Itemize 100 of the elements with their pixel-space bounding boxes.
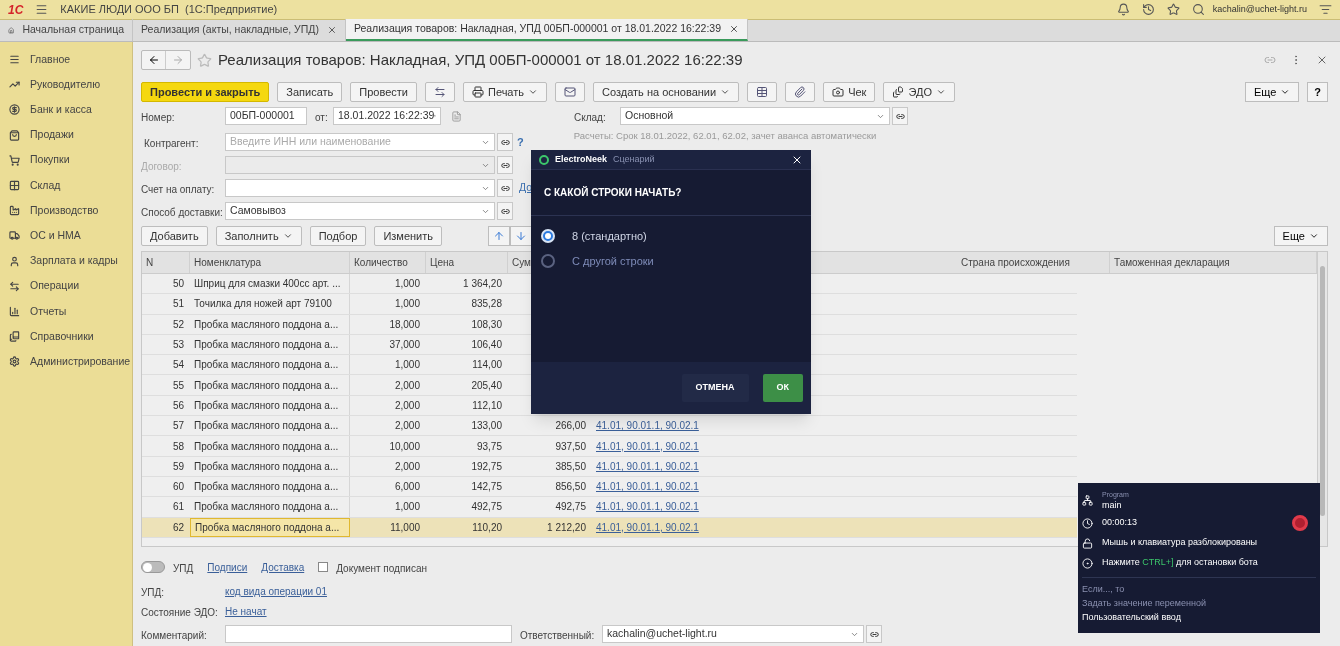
accounts-link[interactable]: 41.01, 90.01.1, 90.02.1 [596, 499, 699, 515]
column-header[interactable]: Страна происхождения [957, 252, 1110, 273]
sidebar-item[interactable]: Зарплата и кадры [0, 248, 132, 274]
sidebar-item[interactable]: Администрирование [0, 349, 132, 375]
ok-button[interactable]: ОК [762, 374, 803, 402]
input-field[interactable]: kachalin@uchet-light.ru [602, 625, 864, 643]
input-field[interactable] [225, 625, 512, 643]
radio-button[interactable] [541, 253, 555, 268]
table-row[interactable]: 60 Пробка масляного поддона а... 6,000 142,75 856,50 41.01, 90.01.1, 90.02.1 [142, 476, 1077, 498]
table-row[interactable]: 62 Пробка масляного поддона а... 11,000 110,20 1 212,20 41.01, 90.01.1, 90.02.1 [142, 517, 1077, 538]
toolbar-button[interactable]: Чек [823, 82, 876, 102]
arrows-button[interactable] [425, 82, 455, 102]
open-button[interactable] [497, 133, 513, 151]
tab[interactable]: Начальная страница [0, 19, 133, 41]
toolbar-button[interactable]: Изменить [374, 226, 442, 246]
toolbar-button[interactable]: ЭДО [883, 82, 955, 102]
table-cell-text: 937,50 [554, 439, 587, 454]
table-cell-text: 55 [171, 378, 185, 393]
tab[interactable]: Реализация товаров: Накладная, УПД 00БП-000001 от 18.01.2022 16:22:39 [345, 19, 749, 41]
table-cell: Шприц для смазки 400cc арт. ... [190, 274, 350, 294]
open-button[interactable] [497, 156, 513, 174]
input-field[interactable]: Самовывоз [225, 202, 495, 220]
input-field[interactable]: 18.01.2022 16:22:39 [333, 107, 441, 125]
stop-button[interactable] [1292, 515, 1308, 531]
scrollbar[interactable] [1317, 252, 1327, 546]
link[interactable]: Не начат [225, 603, 267, 619]
table-cell-text: 57 [171, 419, 185, 434]
documents-icon [892, 86, 905, 98]
sidebar-item[interactable]: Операции [0, 273, 132, 299]
sidebar-item[interactable]: ОС и НМА [0, 223, 132, 249]
column-header[interactable]: N [142, 252, 190, 273]
envelope-button[interactable] [555, 82, 586, 102]
open-button[interactable] [892, 107, 908, 125]
accounts-link[interactable]: 41.01, 90.01.1, 90.02.1 [596, 458, 699, 474]
column-header[interactable]: Количество [350, 252, 426, 273]
accounts-link[interactable]: 41.01, 90.01.1, 90.02.1 [596, 438, 699, 454]
open-button[interactable] [866, 625, 882, 643]
checkbox[interactable] [318, 562, 329, 572]
column-header[interactable]: Номенклатура [190, 252, 350, 273]
table-row[interactable]: 59 Пробка масляного поддона а... 2,000 192,75 385,50 41.01, 90.01.1, 90.02.1 [142, 456, 1077, 477]
cancel-button[interactable]: ОТМЕНА [681, 374, 749, 402]
user-name[interactable]: kachalin@uchet-light.ru [1212, 2, 1307, 17]
toolbar-button[interactable]: Добавить [141, 226, 208, 246]
history-icon[interactable] [1141, 3, 1155, 16]
close-icon[interactable] [729, 24, 740, 34]
lines-icon[interactable] [1319, 3, 1332, 16]
invoice-link[interactable]: До [519, 180, 533, 196]
option-label[interactable]: 8 (стандартно) [572, 228, 647, 245]
toggle-switch[interactable] [141, 561, 165, 573]
search-icon[interactable] [1191, 3, 1205, 16]
sidebar-item[interactable]: Продажи [0, 122, 132, 148]
sidebar-item[interactable]: Банк и касса [0, 97, 132, 123]
link[interactable]: Доставка [261, 559, 305, 575]
table-row[interactable]: 61 Пробка масляного поддона а... 1,000 492,75 492,75 41.01, 90.01.1, 90.02.1 [142, 497, 1077, 518]
paperclip-button[interactable] [785, 82, 816, 102]
sidebar-item[interactable]: Справочники [0, 324, 132, 350]
menu-icon[interactable] [35, 3, 49, 16]
sidebar-item[interactable]: Руководителю [0, 72, 132, 98]
more-button[interactable]: Еще [1244, 82, 1300, 102]
star-icon[interactable] [1166, 3, 1180, 16]
sidebar-item[interactable]: Отчеты [0, 298, 132, 325]
tab[interactable]: Реализация (акты, накладные, УПД) [133, 19, 346, 41]
toolbar-button[interactable]: Провести и закрыть [141, 82, 270, 102]
table-row[interactable]: 57 Пробка масляного поддона а... 2,000 133,00 266,00 41.01, 90.01.1, 90.02.1 [142, 416, 1077, 437]
toolbar-button[interactable]: Создать на основании [593, 82, 740, 102]
sidebar-item[interactable]: Склад [0, 172, 132, 199]
open-button[interactable] [497, 179, 513, 197]
caret-icon [528, 87, 539, 97]
toolbar-button[interactable]: Заполнить [215, 226, 302, 246]
accounts-link[interactable]: 41.01, 90.01.1, 90.02.1 [596, 479, 699, 495]
input-field[interactable]: Основной [620, 107, 890, 125]
stop-hint: Нажмите CTRL+] для остановки бота [1102, 556, 1258, 570]
help-link[interactable]: ? [517, 133, 524, 151]
toolbar-button[interactable]: Записать [277, 82, 343, 102]
column-header[interactable]: Цена [426, 252, 508, 273]
option-label[interactable]: С другой строки [572, 252, 654, 269]
help-button[interactable]: ? [1307, 82, 1328, 102]
table-cell-text: 37,000 [388, 338, 421, 353]
menu-icon [9, 54, 20, 66]
accounts-link[interactable]: 41.01, 90.01.1, 90.02.1 [596, 418, 699, 434]
toolbar-button[interactable]: Печать [463, 82, 548, 102]
caret-icon [720, 87, 731, 97]
toolbar-button[interactable]: Провести [350, 82, 417, 102]
toolbar-button[interactable]: Подбор [309, 226, 367, 246]
bell-icon[interactable] [1116, 3, 1130, 16]
more-button[interactable]: Еще [1273, 226, 1328, 246]
sidebar-item[interactable]: Главное [0, 47, 132, 73]
input-field[interactable]: 00БП-000001 [225, 107, 307, 125]
open-button[interactable] [497, 202, 513, 220]
table-cell-text: 205,40 [470, 378, 503, 393]
link[interactable]: Подписи [207, 559, 248, 575]
sidebar-item[interactable]: Производство [0, 198, 132, 224]
star-icon[interactable] [197, 52, 212, 68]
link[interactable]: код вида операции 01 [225, 583, 327, 599]
accounts-link[interactable]: 41.01, 90.01.1, 90.02.1 [596, 519, 699, 535]
table-button[interactable] [747, 82, 778, 102]
move-down-button[interactable] [510, 226, 532, 246]
sidebar-item[interactable]: Покупки [0, 147, 132, 173]
input-field[interactable] [225, 179, 495, 197]
table-row[interactable]: 58 Пробка масляного поддона а... 10,000 93,75 937,50 41.01, 90.01.1, 90.02.1 [142, 436, 1077, 457]
